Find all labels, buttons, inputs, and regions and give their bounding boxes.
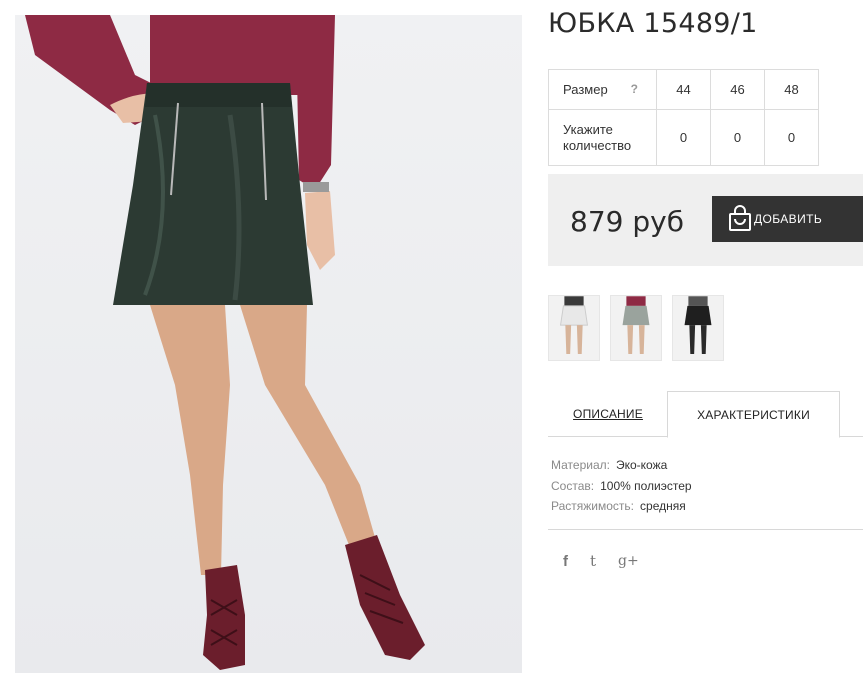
size-option-46[interactable]: 46 (710, 69, 765, 110)
product-specs: Материал: Эко-кожа Состав: 100% полиэстер … (551, 455, 692, 517)
section-divider (548, 529, 863, 530)
skirt (113, 83, 313, 305)
facebook-icon[interactable]: f (563, 553, 568, 570)
right-shoe (345, 535, 425, 660)
quantity-label-cell: Укажите количество (548, 109, 657, 166)
product-tabs: ОПИСАНИЕ ХАРАКТЕРИСТИКИ (548, 391, 863, 438)
right-leg (240, 305, 380, 560)
right-hand (305, 191, 335, 270)
spec-key: Состав: (551, 478, 595, 493)
spec-key: Материал: (551, 458, 610, 472)
thumbnail-grey-skirt[interactable] (610, 295, 662, 361)
size-option-48[interactable]: 48 (764, 69, 819, 110)
tab-description[interactable]: ОПИСАНИЕ (548, 391, 668, 437)
size-label: Размер (563, 82, 608, 97)
spec-key: Растяжимость: (551, 499, 635, 513)
thumbnail-white-skirt-image (549, 296, 599, 360)
size-quantity-table: Размер ? 44 46 48 Укажите количество 0 0… (548, 69, 819, 166)
spec-composition: Состав: 100% полиэстер (551, 476, 692, 497)
size-option-44[interactable]: 44 (656, 69, 711, 110)
product-price: 879 руб (570, 205, 684, 238)
variant-thumbnails (548, 295, 734, 361)
spec-stretch: Растяжимость: средняя (551, 496, 692, 517)
quantity-input-48[interactable]: 0 (764, 109, 819, 166)
add-to-cart-label: ДОБАВИТЬ (754, 212, 823, 226)
help-icon[interactable]: ? (631, 82, 638, 96)
buy-box: 879 руб ДОБАВИТЬ (548, 174, 863, 266)
shopping-bag-icon (726, 205, 754, 233)
quantity-label: Укажите количество (563, 121, 632, 153)
size-row: Размер ? 44 46 48 (548, 69, 819, 110)
skirt-waistband (145, 83, 292, 107)
google-plus-icon[interactable]: g+ (618, 553, 639, 569)
thumbnail-white-skirt[interactable] (548, 295, 600, 361)
model-illustration (25, 15, 425, 670)
quantity-input-44[interactable]: 0 (656, 109, 711, 166)
social-share: f t g+ (563, 552, 661, 570)
spec-material: Материал: Эко-кожа (551, 455, 692, 476)
spec-value: 100% полиэстер (600, 478, 692, 493)
product-main-image[interactable] (15, 15, 522, 673)
thumbnail-black-skirt[interactable] (672, 295, 724, 361)
left-shoe (203, 565, 245, 670)
thumbnail-grey-skirt-image (611, 296, 661, 360)
spec-value: средняя (640, 499, 686, 513)
size-label-cell: Размер ? (548, 69, 657, 110)
add-to-cart-button[interactable]: ДОБАВИТЬ (712, 196, 863, 242)
watch (303, 182, 329, 192)
left-leg (150, 305, 230, 575)
tab-characteristics[interactable]: ХАРАКТЕРИСТИКИ (667, 391, 840, 438)
quantity-input-46[interactable]: 0 (710, 109, 765, 166)
product-title: ЮБКА 15489/1 (548, 8, 758, 39)
spec-value: Эко-кожа (615, 458, 668, 472)
twitter-icon[interactable]: t (590, 552, 596, 570)
thumbnail-black-skirt-image (673, 296, 723, 360)
quantity-row: Укажите количество 0 0 0 (548, 109, 819, 166)
